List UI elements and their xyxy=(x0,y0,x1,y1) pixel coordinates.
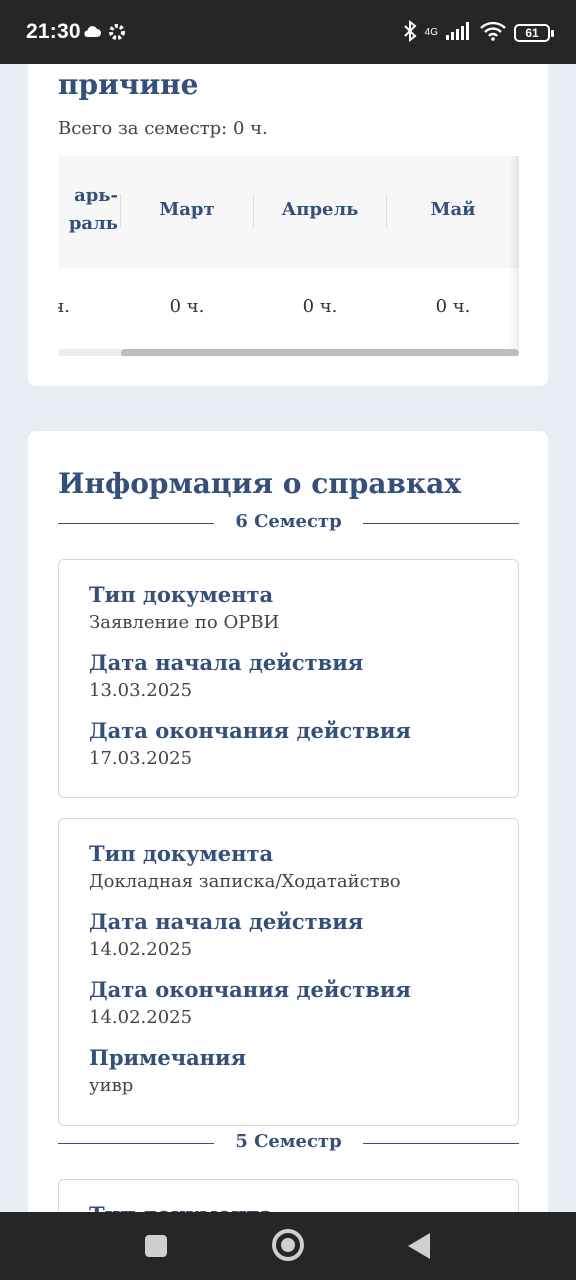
doc-start-value: 14.02.2025 xyxy=(89,939,193,960)
doc-type-value: Докладная записка/Ходатайство xyxy=(89,871,401,892)
battery-indicator: 61 xyxy=(514,24,554,42)
doc-type-value: Заявление по ОРВИ xyxy=(89,612,280,633)
attendance-table[interactable]: арь- раль Март Апрель Май ч. 0 ч. 0 ч. 0… xyxy=(58,156,519,356)
status-bar: 21:30 4G 61 xyxy=(0,0,576,64)
doc-start-label: Дата начала действия xyxy=(89,650,364,675)
semester-label: 5 Семестр xyxy=(235,1131,342,1152)
doc-type-label: Тип документа xyxy=(89,841,274,866)
doc-notes-label: Примечания xyxy=(89,1045,247,1070)
document-card: Тип документа Заявление по ОРВИ Дата нач… xyxy=(58,559,519,798)
signal-icon xyxy=(446,21,472,45)
divider-line xyxy=(363,523,519,524)
back-button[interactable] xyxy=(408,1233,430,1259)
horizontal-scrollbar-thumb[interactable] xyxy=(121,349,519,356)
network-type: 4G xyxy=(424,27,438,38)
semester-divider: 6 Семестр xyxy=(58,511,519,535)
table-header: арь- раль Март Апрель Май xyxy=(58,156,519,268)
document-card: Тип документа xyxy=(58,1179,519,1212)
status-icons: 4G 61 xyxy=(403,19,554,47)
certificates-title: Информация о справках xyxy=(58,467,462,500)
scroll-shadow xyxy=(509,156,519,349)
certificates-card: Информация о справках 6 Семестр Тип доку… xyxy=(28,431,548,1212)
status-time: 21:30 xyxy=(26,20,81,43)
doc-end-value: 17.03.2025 xyxy=(89,748,193,769)
semester-label: 6 Семестр xyxy=(235,511,342,532)
cloud-icon xyxy=(82,24,102,43)
column-header: арь- раль xyxy=(68,185,118,234)
table-cell: 0 ч. xyxy=(169,296,205,317)
doc-end-label: Дата окончания действия xyxy=(89,977,411,1002)
attendance-card: причине Всего за семестр: 0 ч. арь- раль… xyxy=(28,64,548,386)
page-content[interactable]: причине Всего за семестр: 0 ч. арь- раль… xyxy=(0,64,576,1212)
gear-icon xyxy=(107,22,127,47)
home-button[interactable] xyxy=(272,1229,304,1261)
doc-type-label: Тип документа xyxy=(89,1200,518,1212)
doc-end-label: Дата окончания действия xyxy=(89,718,411,743)
bluetooth-icon xyxy=(403,19,417,47)
divider-line xyxy=(363,1143,519,1144)
column-header: Март xyxy=(159,199,215,220)
wifi-icon xyxy=(480,21,506,46)
doc-type-label: Тип документа xyxy=(89,582,274,607)
table-cell: 0 ч. xyxy=(302,296,338,317)
doc-start-label: Дата начала действия xyxy=(89,909,364,934)
semester-total: Всего за семестр: 0 ч. xyxy=(58,118,268,139)
attendance-title: причине xyxy=(58,68,199,101)
recents-button[interactable] xyxy=(145,1235,167,1257)
doc-start-value: 13.03.2025 xyxy=(89,680,193,701)
navigation-bar xyxy=(0,1212,576,1280)
document-card: Тип документа Докладная записка/Ходатайс… xyxy=(58,818,519,1126)
semester-divider: 5 Семестр xyxy=(58,1131,519,1155)
doc-notes-value: уивр xyxy=(89,1075,134,1096)
table-cell: 0 ч. xyxy=(435,296,471,317)
doc-end-value: 14.02.2025 xyxy=(89,1007,193,1028)
table-row: ч. 0 ч. 0 ч. 0 ч. xyxy=(58,268,519,350)
table-cell: ч. xyxy=(58,296,70,317)
column-header: Апрель xyxy=(281,199,359,220)
column-header: Май xyxy=(430,199,476,220)
